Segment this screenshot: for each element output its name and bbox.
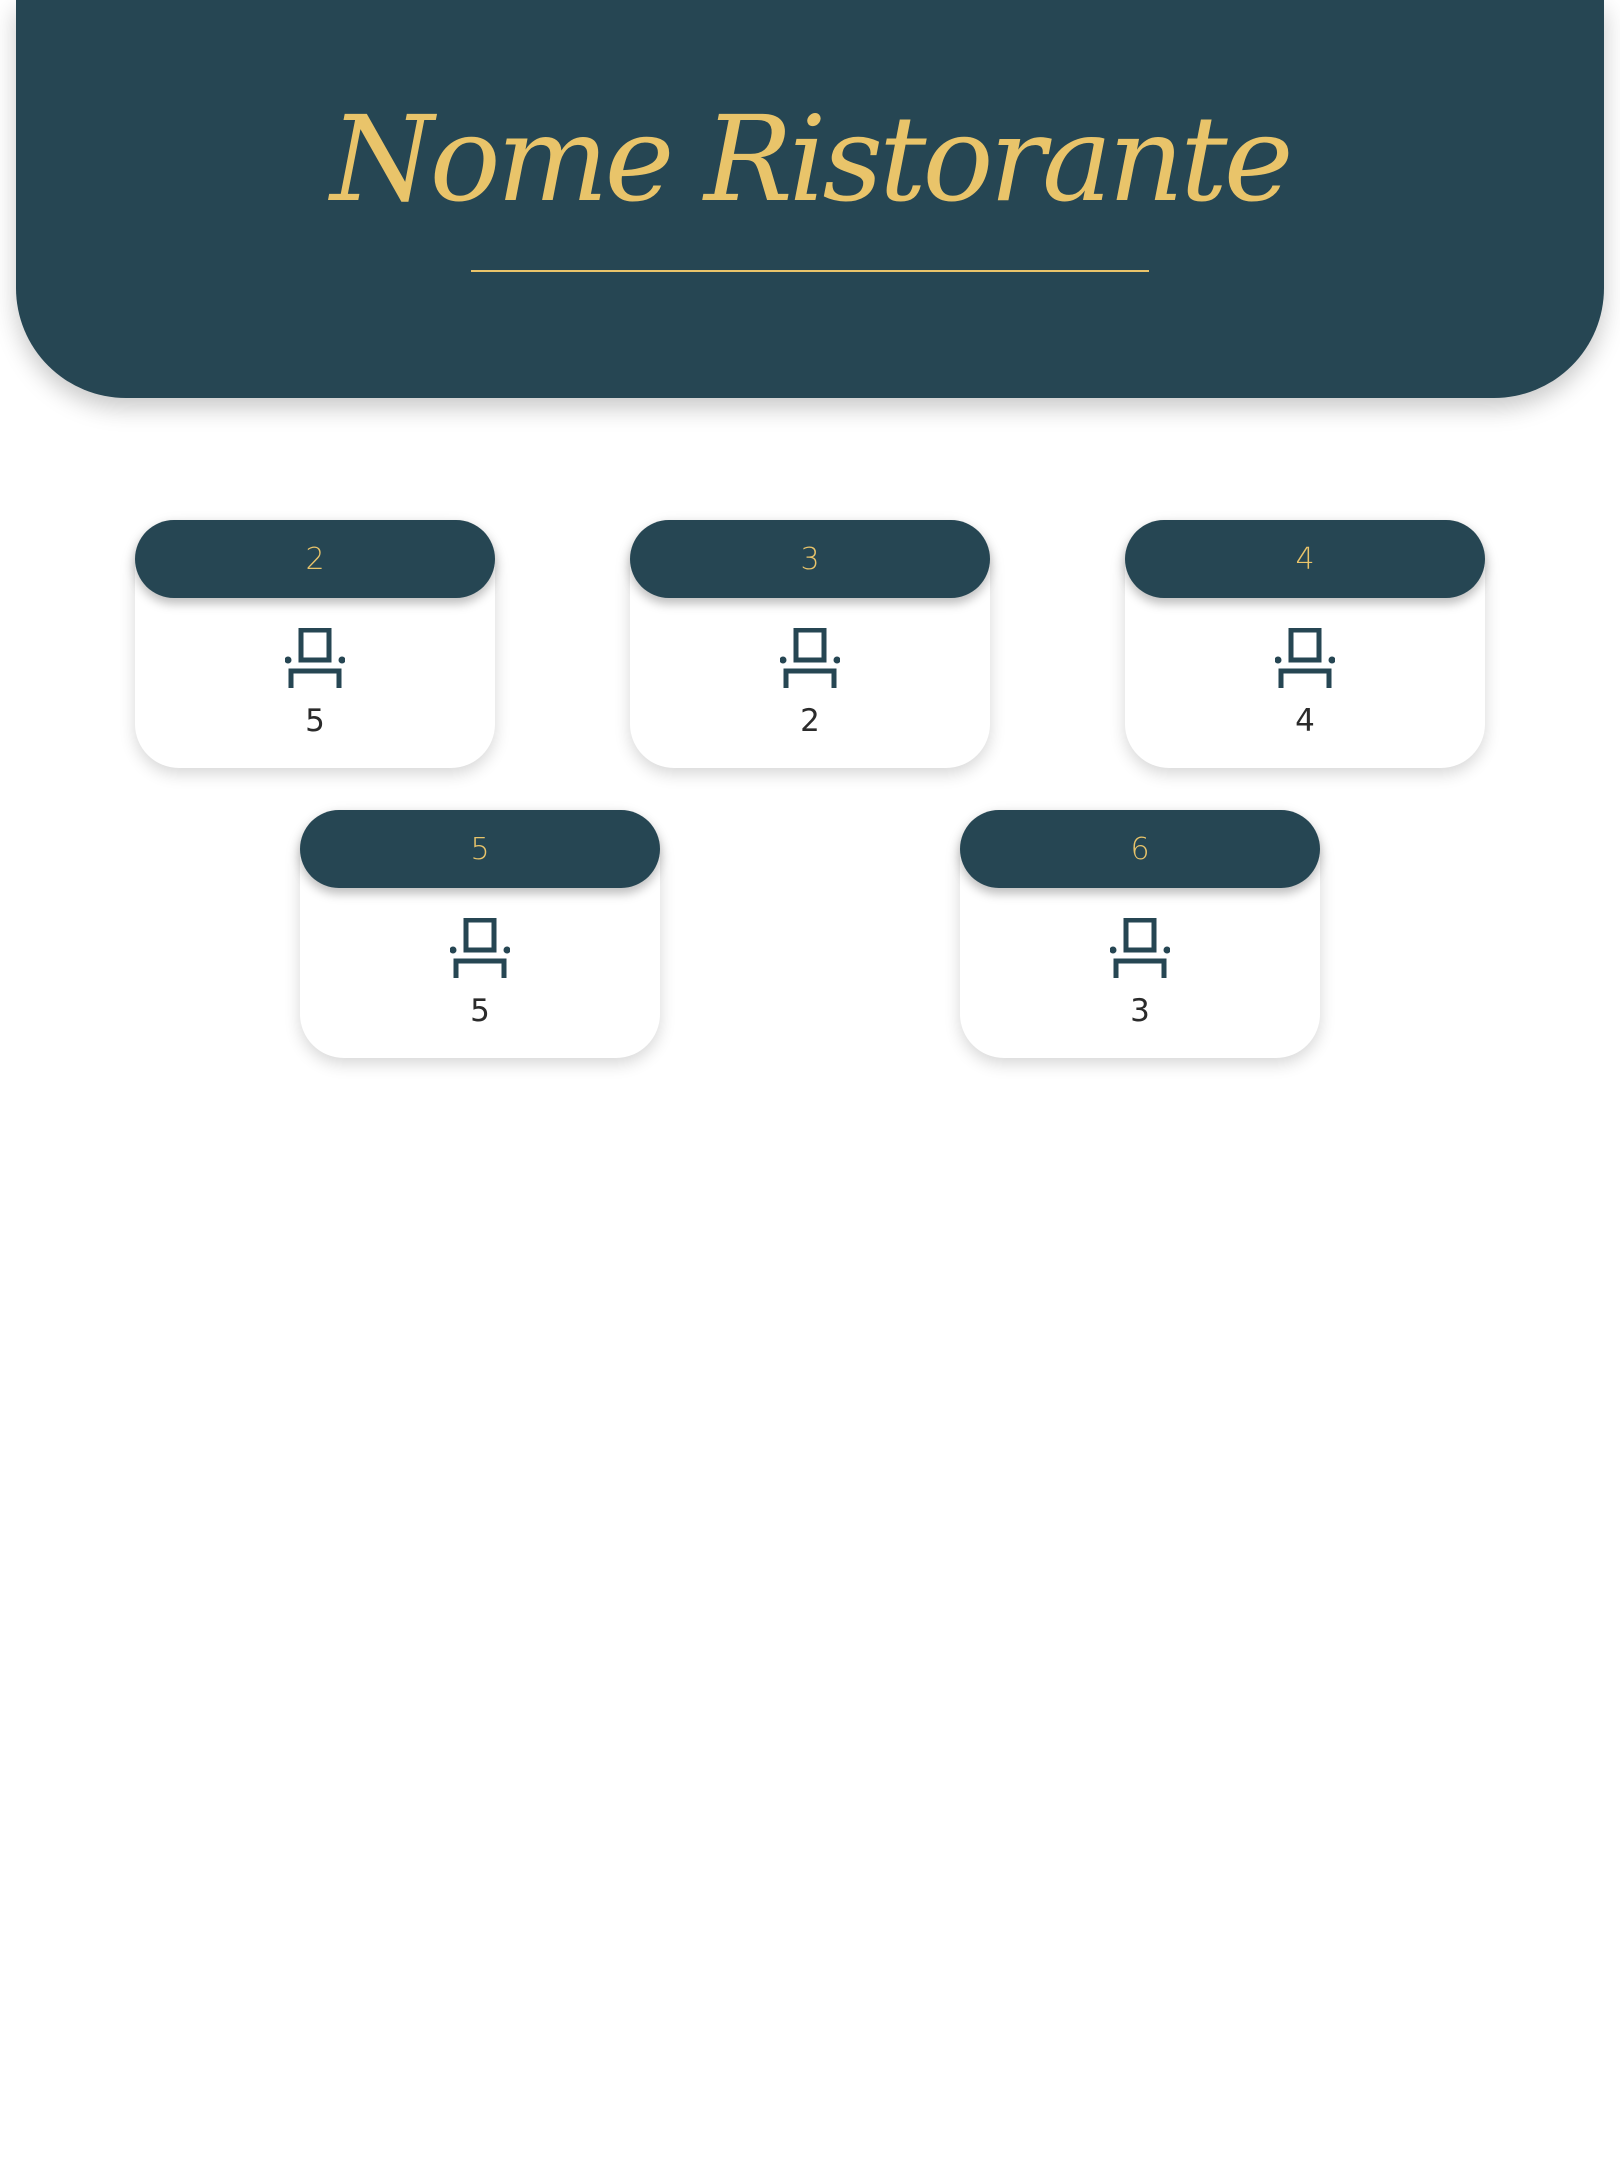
table-number: 2 [135, 520, 495, 598]
table-number: 3 [630, 520, 990, 598]
chair-icon [1275, 628, 1335, 688]
chair-icon [285, 628, 345, 688]
title-underline [471, 270, 1149, 272]
seat-count: 5 [305, 703, 325, 739]
table-card-6[interactable]: 6 3 [960, 810, 1320, 1058]
seat-count: 2 [800, 703, 820, 739]
table-card-2[interactable]: 2 5 [135, 520, 495, 768]
chair-icon [1110, 918, 1170, 978]
table-card-3[interactable]: 3 2 [630, 520, 990, 768]
table-number: 6 [960, 810, 1320, 888]
table-card-4[interactable]: 4 4 [1125, 520, 1485, 768]
table-number: 5 [300, 810, 660, 888]
restaurant-name: Nome Ristorante [330, 90, 1293, 228]
seat-count: 5 [470, 993, 490, 1029]
chair-icon [450, 918, 510, 978]
table-card-5[interactable]: 5 5 [300, 810, 660, 1058]
header: Nome Ristorante [16, 0, 1604, 398]
seat-count: 3 [1130, 993, 1150, 1029]
chair-icon [780, 628, 840, 688]
table-number: 4 [1125, 520, 1485, 598]
seat-count: 4 [1295, 703, 1315, 739]
